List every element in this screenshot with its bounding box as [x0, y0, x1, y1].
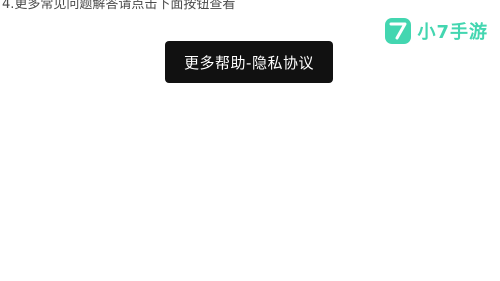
instruction-text: 4.更多常见问题解答请点击下面按钮查看 — [2, 0, 236, 12]
more-help-privacy-button[interactable]: 更多帮助-隐私协议 — [165, 41, 333, 83]
brand-logo-icon — [385, 18, 412, 44]
brand-watermark: 小7手游 — [385, 18, 488, 44]
seven-logo-icon — [389, 22, 407, 40]
brand-name: 小7手游 — [417, 22, 488, 43]
